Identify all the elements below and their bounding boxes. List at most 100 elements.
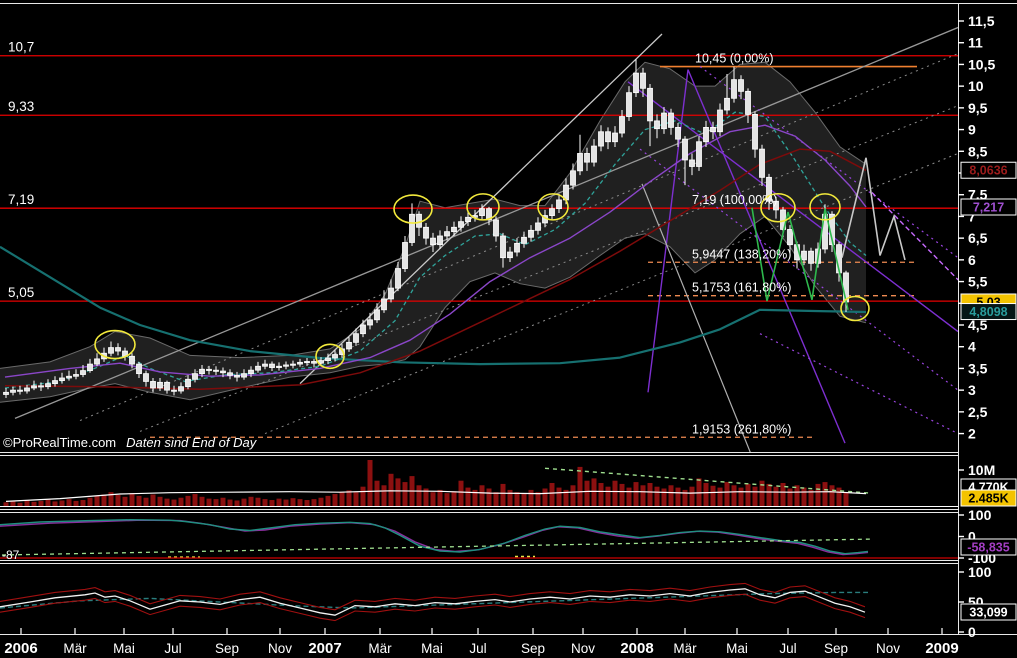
candle-body: [430, 237, 436, 246]
fib-level-label: 1,9153 (261,80%): [692, 422, 791, 436]
time-tick-label: 2007: [308, 640, 341, 657]
candle-body: [87, 363, 93, 372]
momentum-envelope-lower: [0, 593, 866, 622]
candle-body: [227, 372, 233, 376]
candle-body: [647, 87, 653, 122]
momentum-axis-label: 0: [968, 624, 976, 640]
axis-tick-label: 6,5: [968, 230, 988, 246]
candle-body: [297, 361, 303, 365]
volume-bar: [451, 491, 457, 507]
candle-body: [556, 199, 562, 210]
candle-body: [444, 231, 450, 237]
candle-body: [255, 365, 261, 371]
candle-body: [129, 355, 135, 365]
prorealtime-chart-window: 10,7 9,33 7,19 5,05 10,45 (0,00%) 7,19 (100,0…: [0, 0, 1017, 658]
volume-bar: [87, 497, 93, 507]
volume-bar: [640, 485, 646, 507]
volume-bar: [661, 488, 667, 507]
candle-body: [241, 373, 247, 378]
candle-body: [59, 377, 65, 381]
fib-level-label: 7,19 (100,00%): [692, 193, 777, 207]
candle-body: [3, 391, 9, 395]
axis-value-tag-label: 33,099: [969, 606, 1007, 620]
fib-level-label: 5,9447 (138,20%): [692, 247, 791, 261]
oscillator-pane: [0, 518, 958, 559]
axis-tick-label: 2: [968, 426, 976, 442]
volume-bar: [269, 500, 275, 507]
candle-body: [731, 79, 737, 99]
candle-body: [416, 213, 422, 228]
candle-body: [164, 381, 170, 391]
candle-body: [479, 208, 485, 216]
fib-level-label: 10,45 (0,00%): [695, 52, 774, 66]
time-tick-label: Mai: [421, 641, 443, 656]
volume-ma-line: [5, 490, 867, 502]
volume-bar: [66, 499, 72, 507]
candle-body: [276, 365, 282, 368]
volume-bar: [192, 494, 198, 507]
candle-body: [360, 324, 366, 335]
volume-bar: [255, 497, 261, 507]
axis-value-tag-label: 2.485K: [968, 492, 1008, 506]
candle-body: [346, 341, 352, 350]
momentum-axis-label: 100: [968, 564, 992, 580]
fib-level-label: 5,1753 (161,80%): [692, 281, 791, 295]
candle-body: [304, 361, 310, 364]
candle-body: [570, 170, 576, 186]
trendline[interactable]: [759, 333, 958, 435]
volume-bar: [171, 499, 177, 507]
chart-canvas[interactable]: 10,7 9,33 7,19 5,05 10,45 (0,00%) 7,19 (100,0…: [0, 0, 1017, 658]
momentum-white-line: [0, 588, 866, 616]
candle-body: [374, 309, 380, 321]
volume-bar: [157, 496, 163, 507]
volume-bar: [507, 489, 513, 507]
axis-tick-label: 2,5: [968, 404, 988, 420]
candle-body: [752, 113, 758, 150]
candle-body: [451, 226, 457, 233]
volume-bar: [633, 482, 639, 507]
copyright-label: ©ProRealTime.com: [3, 435, 117, 450]
volume-bar: [276, 498, 282, 507]
volume-pane: [0, 460, 958, 507]
volume-bar: [206, 498, 212, 507]
candle-body: [591, 145, 597, 163]
axis-value-tag: 4,8098: [960, 303, 1017, 321]
time-tick-label: Mär: [368, 641, 392, 656]
candle-body: [640, 72, 646, 89]
price-level-label: 5,05: [8, 285, 34, 300]
axis-value-tag-label: 4,8098: [969, 305, 1007, 319]
candle-body: [689, 159, 695, 167]
volume-bar: [577, 466, 583, 507]
candle-body: [654, 120, 660, 130]
volume-bar: [689, 486, 695, 507]
volume-bar: [199, 496, 205, 507]
volume-bar: [325, 495, 331, 507]
axis-tick-label: 3: [968, 382, 976, 398]
volume-bar: [731, 485, 737, 507]
candle-body: [612, 132, 618, 143]
volume-bar: [416, 485, 422, 507]
volume-bar: [710, 485, 716, 507]
oscillator-trendline[interactable]: [1, 538, 873, 556]
volume-bar: [444, 493, 450, 507]
axis-value-tag: -58,835: [960, 538, 1017, 556]
axis-tick-label: 4: [968, 339, 976, 355]
time-axis[interactable]: 2006 Mär Mai Jul Sep Nov 2007 Mär Mai Jul Sep Nov 20…: [4, 628, 959, 657]
volume-bar: [80, 500, 86, 507]
volume-bar: [738, 487, 744, 507]
volume-bar: [773, 486, 779, 507]
volume-bar: [339, 492, 345, 507]
volume-bar: [115, 494, 121, 507]
candle-body: [696, 141, 702, 167]
time-tick-label: 2009: [925, 640, 958, 657]
volume-bar: [598, 483, 604, 507]
candle-body: [178, 386, 184, 392]
candle-body: [136, 363, 142, 375]
volume-bar: [829, 485, 835, 507]
candle-body: [633, 72, 639, 94]
volume-bar: [395, 478, 401, 507]
candle-body: [808, 250, 814, 264]
time-tick-label: Mär: [63, 641, 87, 656]
candle-body: [801, 250, 807, 261]
candle-body: [598, 131, 604, 147]
